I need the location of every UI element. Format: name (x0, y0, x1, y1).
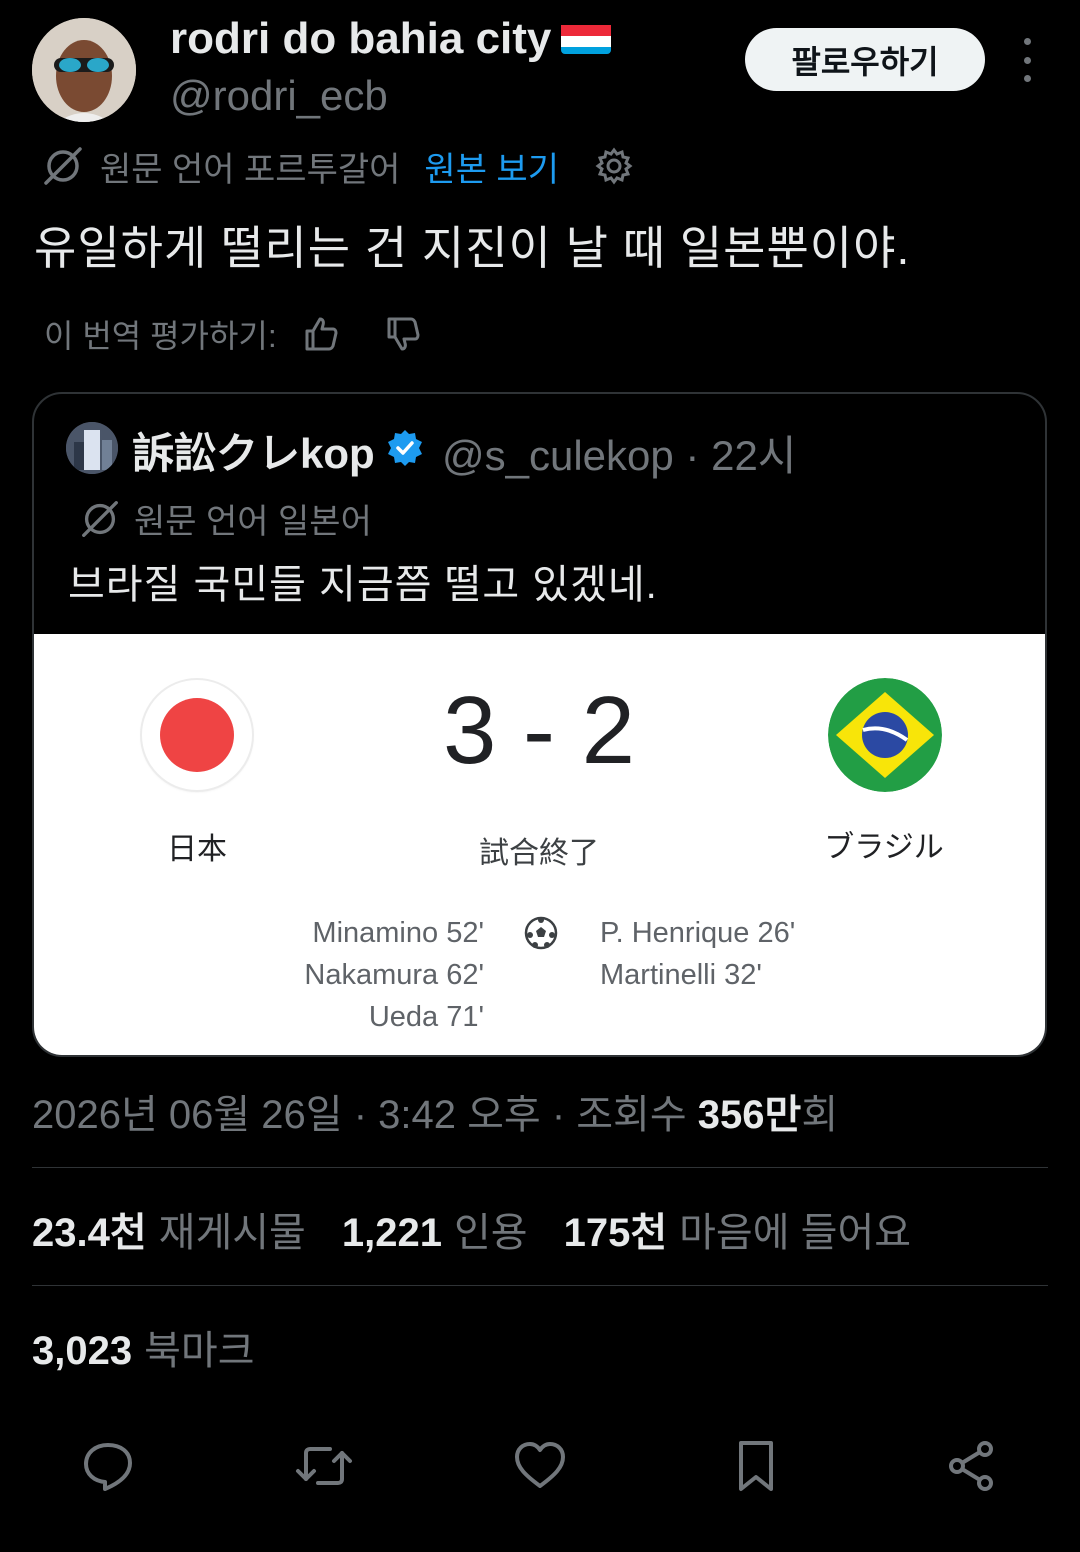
quote-display-name-text: 訴訟クレkop (132, 430, 375, 477)
divider (32, 1167, 1048, 1168)
match-status: 試合終了 (479, 837, 599, 870)
view-original-link[interactable]: 원본 보기 (424, 142, 559, 191)
rate-translation: 이 번역 평가하기: (44, 310, 423, 358)
engagement-stats: 23.4천 재게시물 1,221 인용 175천 마음에 들어요 (32, 1200, 947, 1258)
translate-icon (82, 500, 118, 537)
author-avatar[interactable] (32, 18, 136, 122)
tweet-text: 유일하게 떨리는 건 지진이 날 때 일본뿐이야. (34, 222, 911, 274)
reposts-count[interactable]: 23.4천 (32, 1200, 147, 1258)
likes-count[interactable]: 175천 (564, 1200, 668, 1258)
like-icon[interactable] (510, 1436, 570, 1496)
follow-button[interactable]: 팔로우하기 (745, 28, 985, 91)
reply-icon[interactable] (78, 1436, 138, 1496)
japan-flag-icon (142, 680, 252, 790)
views-count: 356만 (697, 1093, 802, 1137)
reposts-label[interactable]: 재게시물 (159, 1200, 306, 1258)
quote-author-avatar[interactable] (66, 422, 118, 474)
soccer-ball-icon (524, 916, 558, 950)
author-display-name[interactable]: rodri do bahia city (170, 14, 612, 64)
bookmark-icon[interactable] (726, 1436, 786, 1496)
scorer-item: Nakamura 62' (304, 959, 484, 991)
display-name-text: rodri do bahia city (170, 14, 552, 63)
translation-bar: 원문 언어 포르투갈어 원본 보기 (40, 140, 633, 192)
quote-source-language-text: 원문 언어 일본어 (134, 503, 372, 541)
more-options-icon[interactable] (1008, 38, 1046, 82)
thumbs-down-icon[interactable] (383, 314, 423, 354)
away-scorers: P. Henrique 26' Martinelli 32' (600, 912, 900, 996)
tweet-timestamp: 2026년 06월 26일 · 3:42 오후 · 조회수 356만회 (32, 1082, 838, 1140)
bookmarks-stat[interactable]: 3,023 북마크 (32, 1318, 255, 1376)
source-language-text: 원문 언어 포르투갈어 (100, 150, 401, 189)
rate-translation-label: 이 번역 평가하기: (44, 318, 277, 354)
scorer-item: Minamino 52' (312, 917, 484, 949)
home-team-name: 日本 (167, 833, 227, 866)
quote-author-name[interactable]: 訴訟クレkop (132, 420, 425, 482)
scorer-item: Ueda 71' (368, 1001, 484, 1033)
date-time-text: 2026년 06월 26일 · 3:42 오후 · 조회수 (32, 1093, 698, 1137)
match-score-image[interactable]: 3 - 2 日本 試合終了 ブラジル Minamino 52' Nakamura… (34, 634, 1045, 1055)
translate-icon (44, 147, 82, 185)
share-icon[interactable] (942, 1436, 1002, 1496)
divider (32, 1285, 1048, 1286)
likes-label[interactable]: 마음에 들어요 (679, 1200, 911, 1258)
bookmarks-count: 3,023 (32, 1329, 133, 1373)
verified-badge-icon (385, 428, 425, 478)
quote-translation-bar: 원문 언어 일본어 (78, 494, 372, 543)
views-suffix: 회 (801, 1093, 839, 1137)
match-score: 3 - 2 (442, 677, 636, 784)
quote-text: 브라질 국민들 지금쯤 떨고 있겠네. (68, 563, 658, 607)
brazil-flag-icon (828, 678, 942, 792)
quotes-label[interactable]: 인용 (454, 1200, 528, 1258)
repost-icon[interactable] (294, 1436, 354, 1496)
thumbs-up-icon[interactable] (301, 314, 341, 354)
quote-handle-time: @s_culekop · 22시 (442, 432, 797, 479)
author-handle[interactable]: @rodri_ecb (170, 72, 388, 120)
scorer-item: Martinelli 32' (600, 959, 762, 991)
home-scorers: Minamino 52' Nakamura 62' Ueda 71' (214, 912, 484, 1038)
away-team-name: ブラジル (824, 831, 944, 864)
bookmarks-label: 북마크 (144, 1329, 255, 1373)
gear-icon[interactable] (595, 147, 633, 185)
quotes-count[interactable]: 1,221 (342, 1211, 442, 1256)
scorer-item: P. Henrique 26' (600, 917, 796, 949)
luxembourg-flag-icon (561, 20, 612, 55)
quoted-tweet[interactable]: 訴訟クレkop @s_culekop · 22시 원문 언어 일본어 브라질 국… (32, 392, 1047, 1057)
